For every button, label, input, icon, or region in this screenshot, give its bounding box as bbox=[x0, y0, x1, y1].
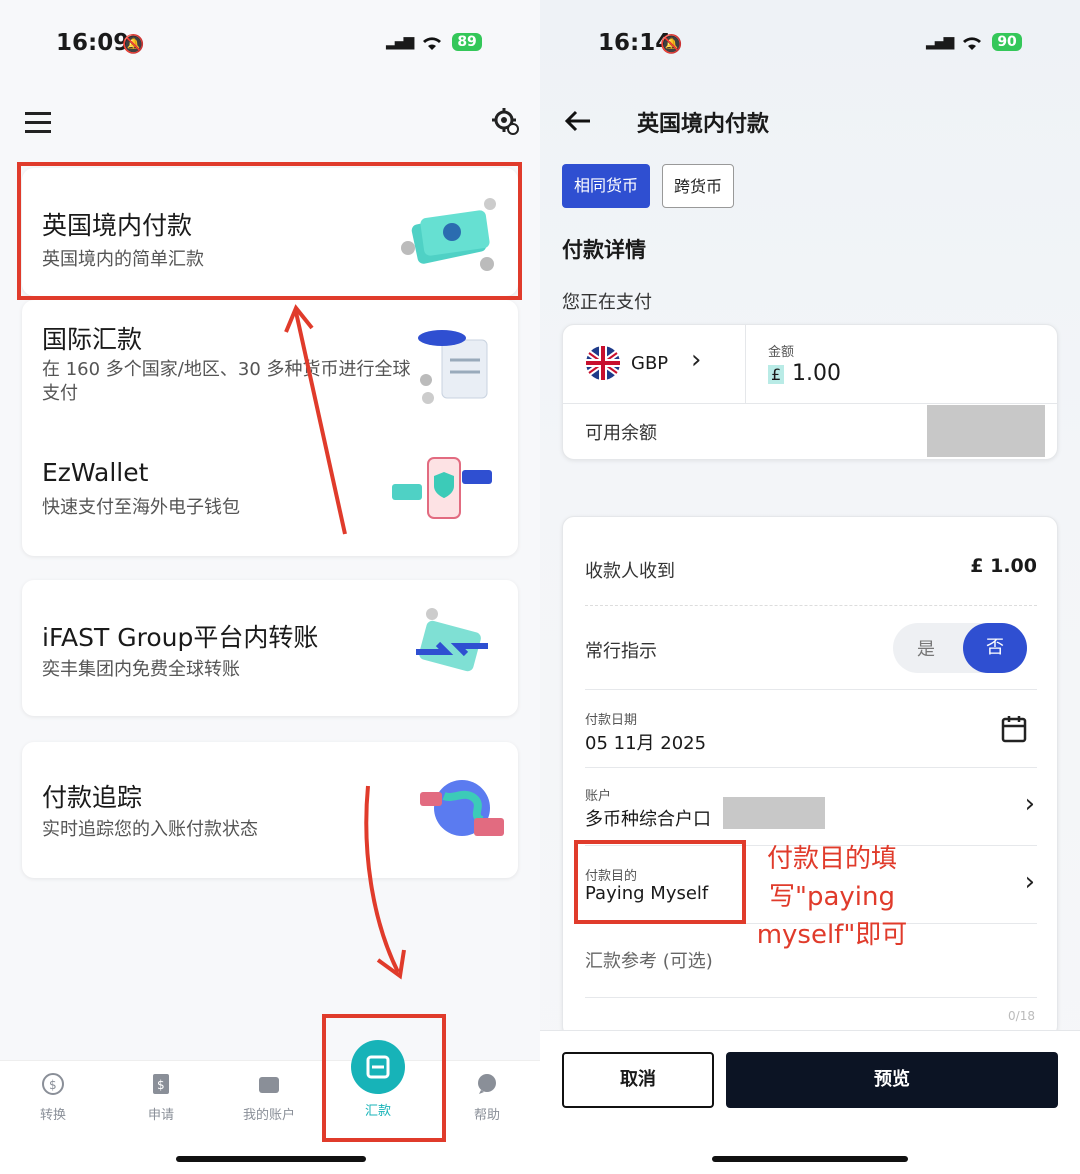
account-redacted bbox=[723, 797, 825, 829]
divider bbox=[585, 767, 1037, 768]
calendar-icon bbox=[1001, 716, 1027, 743]
battery-level: 90 bbox=[992, 33, 1022, 51]
mute-icon: 🔕 bbox=[660, 34, 683, 55]
preview-button[interactable]: 预览 bbox=[726, 1052, 1058, 1108]
highlight-purpose-field bbox=[574, 840, 746, 924]
chevron-right-icon: › bbox=[1024, 867, 1035, 897]
pound-symbol: £ bbox=[768, 365, 785, 384]
reference-placeholder: 汇款参考 (可选) bbox=[585, 951, 713, 972]
amount-field[interactable]: 金额 £ 1.00 bbox=[746, 325, 1057, 403]
signal-icon: ▂▄▆ bbox=[926, 34, 954, 50]
date-value: 05 11月 2025 bbox=[585, 733, 707, 754]
toggle-yes[interactable]: 是 bbox=[917, 635, 935, 661]
home-indicator bbox=[712, 1156, 908, 1162]
paying-label: 您正在支付 bbox=[562, 292, 652, 313]
back-arrow-icon[interactable] bbox=[564, 108, 592, 134]
cancel-button[interactable]: 取消 bbox=[562, 1052, 714, 1108]
segment-same-currency[interactable]: 相同货币 bbox=[562, 164, 650, 208]
currency-selector[interactable]: GBP › bbox=[563, 325, 746, 403]
currency-code: GBP bbox=[631, 353, 669, 374]
account-field[interactable]: 账户 多币种综合户口 › bbox=[563, 769, 1057, 845]
details-card: 收款人收到 £ 1.00 常行指示 是 否 付款日期 05 11月 2025 账… bbox=[562, 516, 1058, 1038]
page-title: 英国境内付款 bbox=[637, 112, 770, 137]
currency-card: GBP › 金额 £ 1.00 可用余额 bbox=[562, 324, 1058, 460]
standing-toggle[interactable]: 是 否 bbox=[893, 623, 1027, 673]
annotation-note: 付款目的填写"paying myself"即可 bbox=[756, 844, 908, 950]
divider bbox=[585, 997, 1037, 998]
right-screen: 16:14 🔕 ▂▄▆ 90 英国境内付款 相同货币 跨货币 付款详情 您正在支… bbox=[540, 0, 1080, 1174]
chevron-right-icon: › bbox=[691, 345, 702, 375]
status-icons: ▂▄▆ 90 bbox=[926, 33, 1022, 51]
uk-flag-icon bbox=[586, 346, 620, 380]
balance-label: 可用余额 bbox=[585, 423, 657, 444]
receive-value: £ 1.00 bbox=[970, 555, 1037, 577]
divider bbox=[585, 605, 1037, 607]
account-value: 多币种综合户口 bbox=[585, 809, 711, 830]
reference-counter: 0/18 bbox=[1008, 1009, 1035, 1023]
toggle-no[interactable]: 否 bbox=[963, 623, 1027, 673]
amount-value: 1.00 bbox=[792, 361, 841, 386]
date-label: 付款日期 bbox=[585, 713, 638, 728]
balance-redacted bbox=[927, 405, 1045, 457]
divider bbox=[585, 689, 1037, 690]
account-label: 账户 bbox=[585, 789, 612, 804]
divider bbox=[563, 403, 1057, 404]
annotation-arrows bbox=[284, 304, 406, 980]
chevron-right-icon: › bbox=[1024, 789, 1035, 819]
section-title: 付款详情 bbox=[562, 238, 646, 262]
receive-label: 收款人收到 bbox=[585, 561, 675, 582]
wifi-icon bbox=[963, 37, 982, 50]
left-screen: 16:09 🔕 ▂▄▆ 89 英国境内付款 英国境内的简单汇款 国际汇款 在 1… bbox=[0, 0, 540, 1174]
amount-label: 金额 bbox=[768, 345, 795, 360]
segment-cross-currency[interactable]: 跨货币 bbox=[662, 164, 734, 208]
standing-label: 常行指示 bbox=[585, 641, 657, 662]
date-field[interactable]: 付款日期 05 11月 2025 bbox=[563, 691, 1057, 767]
